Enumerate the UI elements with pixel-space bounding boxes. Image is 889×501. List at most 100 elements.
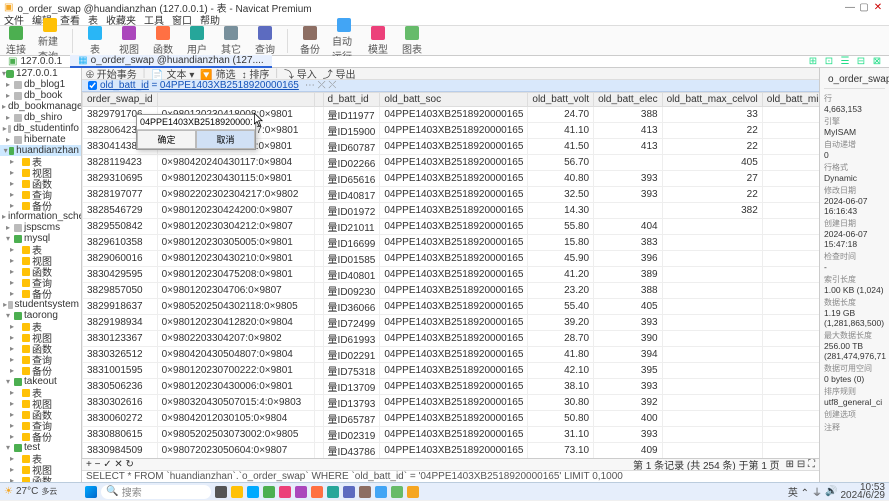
sidebar-tree[interactable]: ▾127.0.0.1▸db_blog1▸db_book▸db_bookmanag… [0, 68, 82, 482]
tree-item[interactable]: ▸备份 [0, 288, 81, 299]
cell[interactable] [314, 411, 323, 427]
cell[interactable]: 3830060272 [83, 411, 158, 427]
cell[interactable]: 0×980420240430117:0×9804 [157, 155, 314, 171]
system-tray[interactable]: 英 ⌃ ⏚ 🔊 10:53 2024/6/29 [788, 484, 885, 500]
cell[interactable]: 0×980120230304212:0×9807 [157, 219, 314, 235]
cell[interactable]: 22 [662, 187, 762, 203]
tree-item[interactable]: ▸备份 [0, 200, 81, 211]
cell[interactable]: 17 [762, 427, 819, 443]
tree-twisty[interactable]: ▸ [2, 344, 22, 353]
close-button[interactable]: ✕ [871, 2, 885, 13]
cell[interactable]: 0×980120230430210:0×9801 [157, 251, 314, 267]
cell[interactable]: 16 [762, 331, 819, 347]
cell[interactable]: 13 [762, 283, 819, 299]
cell[interactable]: 0×980120230305005:0×9801 [157, 235, 314, 251]
tree-twisty[interactable]: ▾ [2, 377, 14, 386]
cell[interactable]: 3829857050 [83, 283, 158, 299]
cell[interactable] [662, 443, 762, 459]
cell[interactable]: 32.50 [528, 187, 594, 203]
cell[interactable]: 393 [594, 379, 663, 395]
cell[interactable]: 04PPE1403XB2518920000165 [380, 363, 528, 379]
cell[interactable]: 量ID61993 [323, 331, 380, 347]
cell[interactable]: 0×9805202504302118:0×9805 [157, 299, 314, 315]
cell[interactable]: 41.20 [528, 267, 594, 283]
cell[interactable]: 0×980120230475208:0×9801 [157, 267, 314, 283]
column-header[interactable]: d_batt_id [323, 93, 380, 107]
tree-item[interactable]: ▸db_book [0, 90, 81, 101]
tree-twisty[interactable]: ▸ [2, 465, 22, 474]
cell[interactable]: 4 [762, 187, 819, 203]
tree-twisty[interactable]: ▸ [2, 80, 14, 89]
tree-twisty[interactable]: ▸ [2, 91, 14, 100]
table-row[interactable]: 38303265120×980420430504807:0×9804量ID022… [83, 347, 820, 363]
explorer-icon[interactable] [231, 486, 243, 498]
minimize-button[interactable]: — [843, 2, 857, 13]
cell[interactable]: 3831001595 [83, 363, 158, 379]
cell[interactable]: 04PPE1403XB2518920000165 [380, 347, 528, 363]
cell[interactable]: 量ID43786 [323, 443, 380, 459]
cell[interactable]: 396 [594, 251, 663, 267]
app-icon[interactable] [375, 486, 387, 498]
toolbar-模型[interactable]: 模型 [366, 26, 390, 56]
cell[interactable]: 3829550842 [83, 219, 158, 235]
table-row[interactable]: 38309845090×98072023050604:0×9807量ID4378… [83, 443, 820, 459]
tree-twisty[interactable]: ▸ [2, 201, 22, 210]
cell[interactable]: 0×980120230430006:0×9801 [157, 379, 314, 395]
table-row[interactable]: 38293106950×980120230430115:0×9801量ID656… [83, 171, 820, 187]
cell[interactable] [314, 299, 323, 315]
tree-item[interactable]: ▸hibernate [0, 134, 81, 145]
cell[interactable]: 3830984509 [83, 443, 158, 459]
cell[interactable]: 393 [594, 171, 663, 187]
tree-twisty[interactable]: ▸ [2, 135, 14, 144]
cell[interactable]: 04PPE1403XB2518920000165 [380, 235, 528, 251]
cell[interactable]: 3829918637 [83, 299, 158, 315]
cell[interactable]: 40.80 [528, 171, 594, 187]
table-row[interactable]: 38296103580×980120230305005:0×9801量ID166… [83, 235, 820, 251]
cell[interactable]: 04PPE1403XB2518920000165 [380, 251, 528, 267]
cell[interactable]: 04PPE1403XB2518920000165 [380, 171, 528, 187]
toolbar-图表[interactable]: 图表 [400, 26, 424, 56]
table-row[interactable]: 38299186370×9805202504302118:0×9805量ID36… [83, 299, 820, 315]
table-row[interactable]: 38300602720×98042012030105:0×9804量ID6578… [83, 411, 820, 427]
column-header[interactable] [157, 93, 314, 107]
cell[interactable]: 392 [594, 395, 663, 411]
tree-twisty[interactable]: ▸ [2, 212, 6, 221]
table-row[interactable]: 38298570500×9801202304706:0×9807量ID09230… [83, 283, 820, 299]
column-header[interactable]: old_batt_max_celvol [662, 93, 762, 107]
tree-twisty[interactable]: ▸ [2, 399, 22, 408]
page-icons[interactable]: ⊞ ⊟ ⛶ [786, 459, 815, 470]
cell[interactable]: 394 [594, 347, 663, 363]
cell[interactable]: 0×9802202302304217:0×9802 [157, 187, 314, 203]
app-icon[interactable] [279, 486, 291, 498]
cell[interactable]: 41.80 [528, 347, 594, 363]
table-row[interactable]: 38291989340×980120230412820:0×9804量ID724… [83, 315, 820, 331]
tree-twisty[interactable]: ▸ [2, 322, 22, 331]
toolbar-备份[interactable]: 备份 [298, 26, 322, 56]
cell[interactable]: 22 [662, 139, 762, 155]
cell[interactable]: 393 [594, 315, 663, 331]
cell[interactable]: 33 [662, 107, 762, 123]
cell[interactable]: 21 [762, 379, 819, 395]
cell[interactable]: 0×980120230412820:0×9804 [157, 315, 314, 331]
cell[interactable] [662, 363, 762, 379]
tree-twisty[interactable]: ▸ [2, 223, 14, 232]
cell[interactable]: 0×98042012030105:0×9804 [157, 411, 314, 427]
tree-twisty[interactable]: ▸ [2, 113, 14, 122]
cell[interactable]: 31 [762, 219, 819, 235]
cell[interactable]: 405 [662, 155, 762, 171]
tree-twisty[interactable]: ▸ [2, 157, 22, 166]
cell[interactable]: 73.10 [528, 443, 594, 459]
cell[interactable]: 0×980320430507015:4:0×9803 [157, 395, 314, 411]
cell[interactable]: 388 [594, 283, 663, 299]
weather-widget[interactable]: ☀ 27°C 多云 [4, 486, 57, 497]
cell[interactable]: 量ID09230 [323, 283, 380, 299]
cell[interactable]: 393 [594, 427, 663, 443]
toolbar-表[interactable]: 表 [83, 26, 107, 56]
windows-taskbar[interactable]: ☀ 27°C 多云 🔍 搜索 英 ⌃ ⏚ 🔊 10:53 2024/6/29 [0, 482, 889, 500]
cell[interactable]: 0×980420430504807:0×9804 [157, 347, 314, 363]
cell[interactable]: 量ID65616 [323, 171, 380, 187]
cell[interactable] [314, 315, 323, 331]
table-row[interactable]: 38310015950×980120230700222:0×9801量ID753… [83, 363, 820, 379]
toolbar-连接[interactable]: 连接 [4, 26, 28, 56]
app-icon[interactable] [359, 486, 371, 498]
